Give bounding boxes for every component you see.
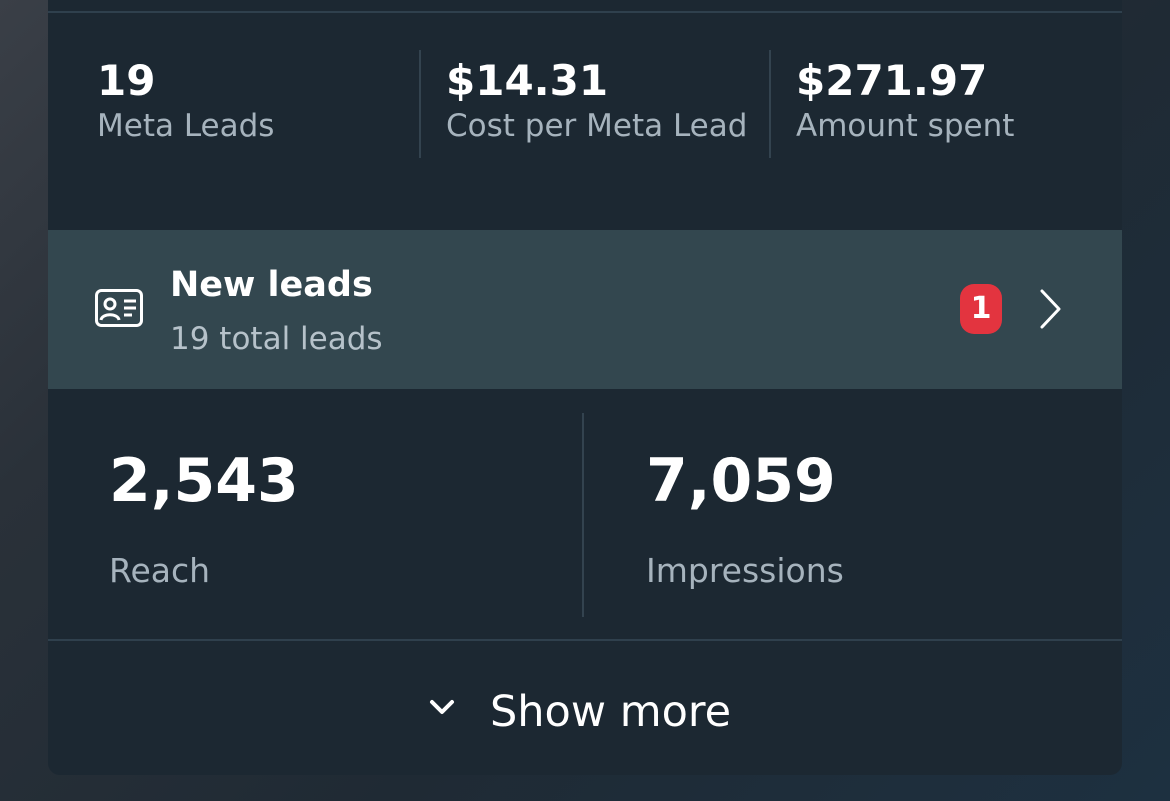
total-leads-subtitle: 19 total leads: [170, 321, 383, 357]
stat-label: Amount spent: [796, 108, 1015, 144]
stat-divider: [419, 50, 421, 158]
stat-value: $271.97: [796, 56, 988, 105]
show-more-label: Show more: [490, 687, 732, 737]
stat-cost-per-lead: $14.31 Cost per Meta Lead: [446, 56, 747, 146]
notification-badge: 1: [960, 284, 1002, 334]
reach-label: Reach: [109, 551, 211, 590]
stat-meta-leads: 19 Meta Leads: [97, 56, 274, 146]
stat-value: 19: [97, 56, 156, 105]
stat-label: Cost per Meta Lead: [446, 108, 748, 144]
new-leads-title: New leads: [170, 265, 373, 305]
top-divider: [48, 11, 1122, 13]
metric-divider: [582, 413, 584, 617]
chevron-down-icon: [430, 700, 454, 714]
impressions-label: Impressions: [646, 551, 844, 590]
stat-value: $14.31: [446, 56, 609, 105]
campaign-summary-card: 19 Meta Leads $14.31 Cost per Meta Lead …: [48, 0, 1122, 775]
stat-divider: [769, 50, 771, 158]
chevron-right-icon[interactable]: [1038, 287, 1064, 331]
reach-value: 2,543: [109, 446, 299, 516]
stat-amount-spent: $271.97 Amount spent: [796, 56, 1014, 146]
impressions-value: 7,059: [646, 446, 836, 516]
contact-card-icon: [95, 289, 143, 327]
stat-label: Meta Leads: [97, 108, 275, 144]
